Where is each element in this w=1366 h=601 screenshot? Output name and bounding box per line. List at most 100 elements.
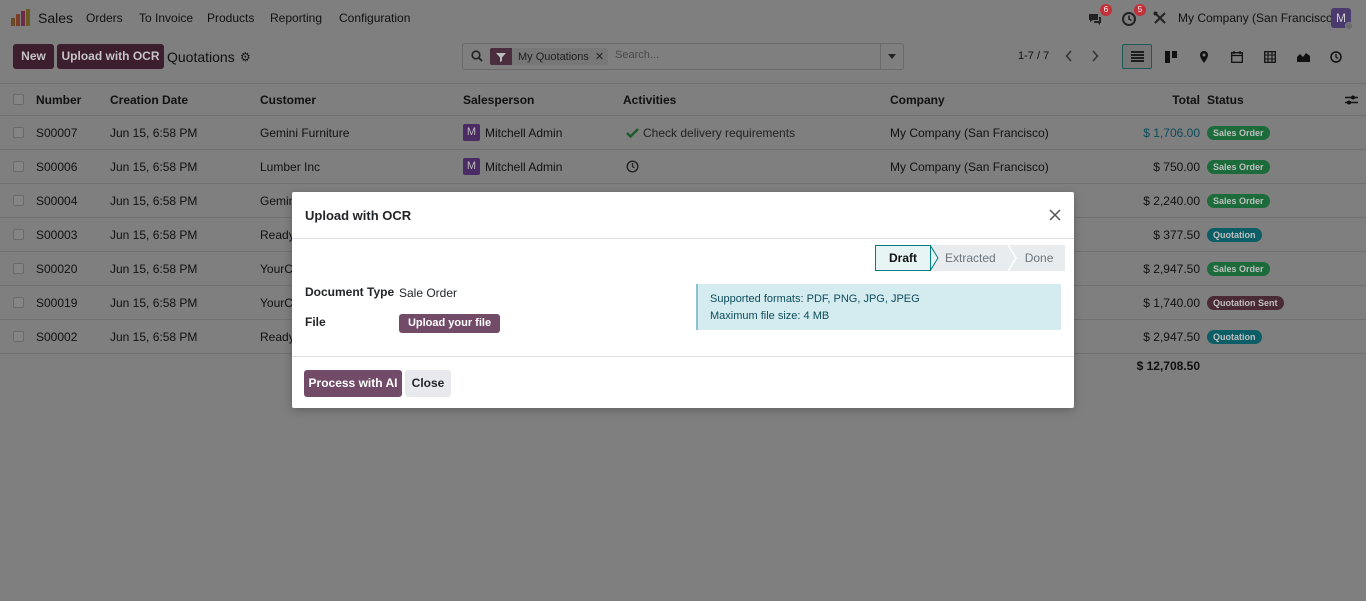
pager-next-button[interactable] <box>1084 46 1106 66</box>
salesperson-name: Mitchell Admin <box>485 125 563 140</box>
column-total[interactable]: Total <box>1100 84 1200 115</box>
row-status: Quotation Sent <box>1207 286 1284 319</box>
column-number[interactable]: Number <box>36 84 81 115</box>
control-panel: New Upload with OCR Quotations ⚙ My Quot… <box>0 36 1366 84</box>
app-name[interactable]: Sales <box>38 10 73 26</box>
upload-file-button[interactable]: Upload your file <box>399 314 500 333</box>
stage-arrow-icon <box>1007 245 1017 271</box>
upload-ocr-dialog: Upload with OCR Draft Extracted Done Doc… <box>292 192 1074 408</box>
upload-ocr-button[interactable]: Upload with OCR <box>57 44 164 69</box>
select-all-checkbox[interactable] <box>13 84 24 115</box>
activity-summary: Check delivery requirements <box>643 125 796 140</box>
sales-app-icon[interactable] <box>11 9 30 26</box>
row-company: My Company (San Francisco) <box>890 125 1049 140</box>
menu-orders[interactable]: Orders <box>86 11 123 25</box>
stage-extracted[interactable]: Extracted <box>939 245 1008 271</box>
messages-count-badge: 6 <box>1100 4 1112 16</box>
table-row[interactable]: S00007 Jun 15, 6:58 PM Gemini Furniture … <box>0 116 1366 150</box>
avatar: M <box>463 124 480 141</box>
menu-to-invoice[interactable]: To Invoice <box>139 11 193 25</box>
view-calendar-button[interactable] <box>1222 44 1252 69</box>
new-button[interactable]: New <box>13 44 54 69</box>
column-company[interactable]: Company <box>890 84 945 115</box>
activities-button[interactable]: 5 <box>1120 4 1146 30</box>
row-customer: YourC <box>260 261 293 276</box>
row-date: Jun 15, 6:58 PM <box>110 227 198 242</box>
stage-draft[interactable]: Draft <box>875 245 932 271</box>
max-file-size-text: Maximum file size: 4 MB <box>710 310 830 322</box>
row-number: S00020 <box>36 261 78 276</box>
caret-down-icon <box>888 54 896 59</box>
status-badge: Quotation <box>1207 329 1262 344</box>
view-list-button[interactable] <box>1122 44 1152 69</box>
row-total: $ 2,947.50 <box>1143 329 1200 344</box>
row-number: S00007 <box>36 125 78 140</box>
gear-icon[interactable]: ⚙ <box>240 50 251 64</box>
user-avatar[interactable]: M <box>1331 8 1353 30</box>
status-badge: Sales Order <box>1207 159 1270 174</box>
row-total: $ 2,240.00 <box>1143 193 1200 208</box>
row-checkbox[interactable] <box>13 218 24 251</box>
search-options-toggle[interactable] <box>880 44 903 69</box>
stage-arrow-icon <box>930 245 940 271</box>
salesperson-name: Mitchell Admin <box>485 159 563 174</box>
view-map-button[interactable] <box>1189 44 1219 69</box>
process-with-ai-button[interactable]: Process with AI <box>304 370 402 397</box>
row-status: Quotation <box>1207 320 1262 353</box>
facet-remove-icon[interactable]: ✕ <box>595 50 608 63</box>
stage-label: Extracted <box>945 251 996 265</box>
row-activity[interactable] <box>626 150 639 183</box>
row-status: Sales Order <box>1207 184 1270 217</box>
company-switcher[interactable]: My Company (San Francisco) <box>1178 11 1337 25</box>
map-pin-icon <box>1200 50 1208 63</box>
menu-configuration[interactable]: Configuration <box>339 11 410 25</box>
row-number: S00003 <box>36 227 78 242</box>
row-checkbox[interactable] <box>13 184 24 217</box>
row-total: $ 377.50 <box>1153 227 1200 242</box>
row-company: My Company (San Francisco) <box>890 159 1049 174</box>
close-button[interactable]: Close <box>405 370 451 397</box>
document-type-value[interactable]: Sale Order <box>399 286 457 300</box>
dialog-title: Upload with OCR <box>305 208 412 223</box>
debug-tools-button[interactable] <box>1153 6 1171 30</box>
row-total: $ 750.00 <box>1153 159 1200 174</box>
area-chart-icon <box>1296 53 1310 62</box>
pager-previous-button[interactable] <box>1058 46 1080 66</box>
page-title: Quotations <box>167 49 235 65</box>
view-pivot-button[interactable] <box>1255 44 1285 69</box>
dialog-header: Upload with OCR <box>292 192 1074 239</box>
column-salesperson[interactable]: Salesperson <box>463 84 534 115</box>
view-graph-button[interactable] <box>1288 44 1318 69</box>
search-icon[interactable] <box>471 50 483 62</box>
pager-value[interactable]: 1-7 / 7 <box>1018 50 1049 62</box>
menu-products[interactable]: Products <box>207 11 254 25</box>
view-activity-button[interactable] <box>1321 44 1351 69</box>
column-activities[interactable]: Activities <box>623 84 676 115</box>
table-row[interactable]: S00006 Jun 15, 6:58 PM Lumber Inc M Mitc… <box>0 150 1366 184</box>
messages-button[interactable]: 6 <box>1086 4 1112 30</box>
row-number: S00004 <box>36 193 78 208</box>
tools-icon <box>1153 11 1166 24</box>
row-date: Jun 15, 6:58 PM <box>110 125 198 140</box>
kanban-view-icon <box>1165 50 1177 63</box>
row-status: Sales Order <box>1207 116 1270 149</box>
row-customer: Gemini Furniture <box>260 125 350 140</box>
stage-done[interactable]: Done <box>1016 245 1066 271</box>
column-creation-date[interactable]: Creation Date <box>110 84 188 115</box>
row-checkbox[interactable] <box>13 252 24 285</box>
row-checkbox[interactable] <box>13 150 24 183</box>
view-kanban-button[interactable] <box>1156 44 1186 69</box>
close-icon[interactable] <box>1047 207 1063 223</box>
optional-columns-icon[interactable] <box>1345 84 1358 115</box>
column-customer[interactable]: Customer <box>260 84 316 115</box>
search-input[interactable] <box>615 49 875 61</box>
menu-reporting[interactable]: Reporting <box>270 11 322 25</box>
column-status[interactable]: Status <box>1207 84 1244 115</box>
row-checkbox[interactable] <box>13 116 24 149</box>
row-checkbox[interactable] <box>13 320 24 353</box>
row-status: Sales Order <box>1207 252 1270 285</box>
row-activity[interactable]: Check delivery requirements <box>626 116 795 149</box>
file-label: File <box>305 315 326 329</box>
row-checkbox[interactable] <box>13 286 24 319</box>
status-badge: Sales Order <box>1207 261 1270 276</box>
